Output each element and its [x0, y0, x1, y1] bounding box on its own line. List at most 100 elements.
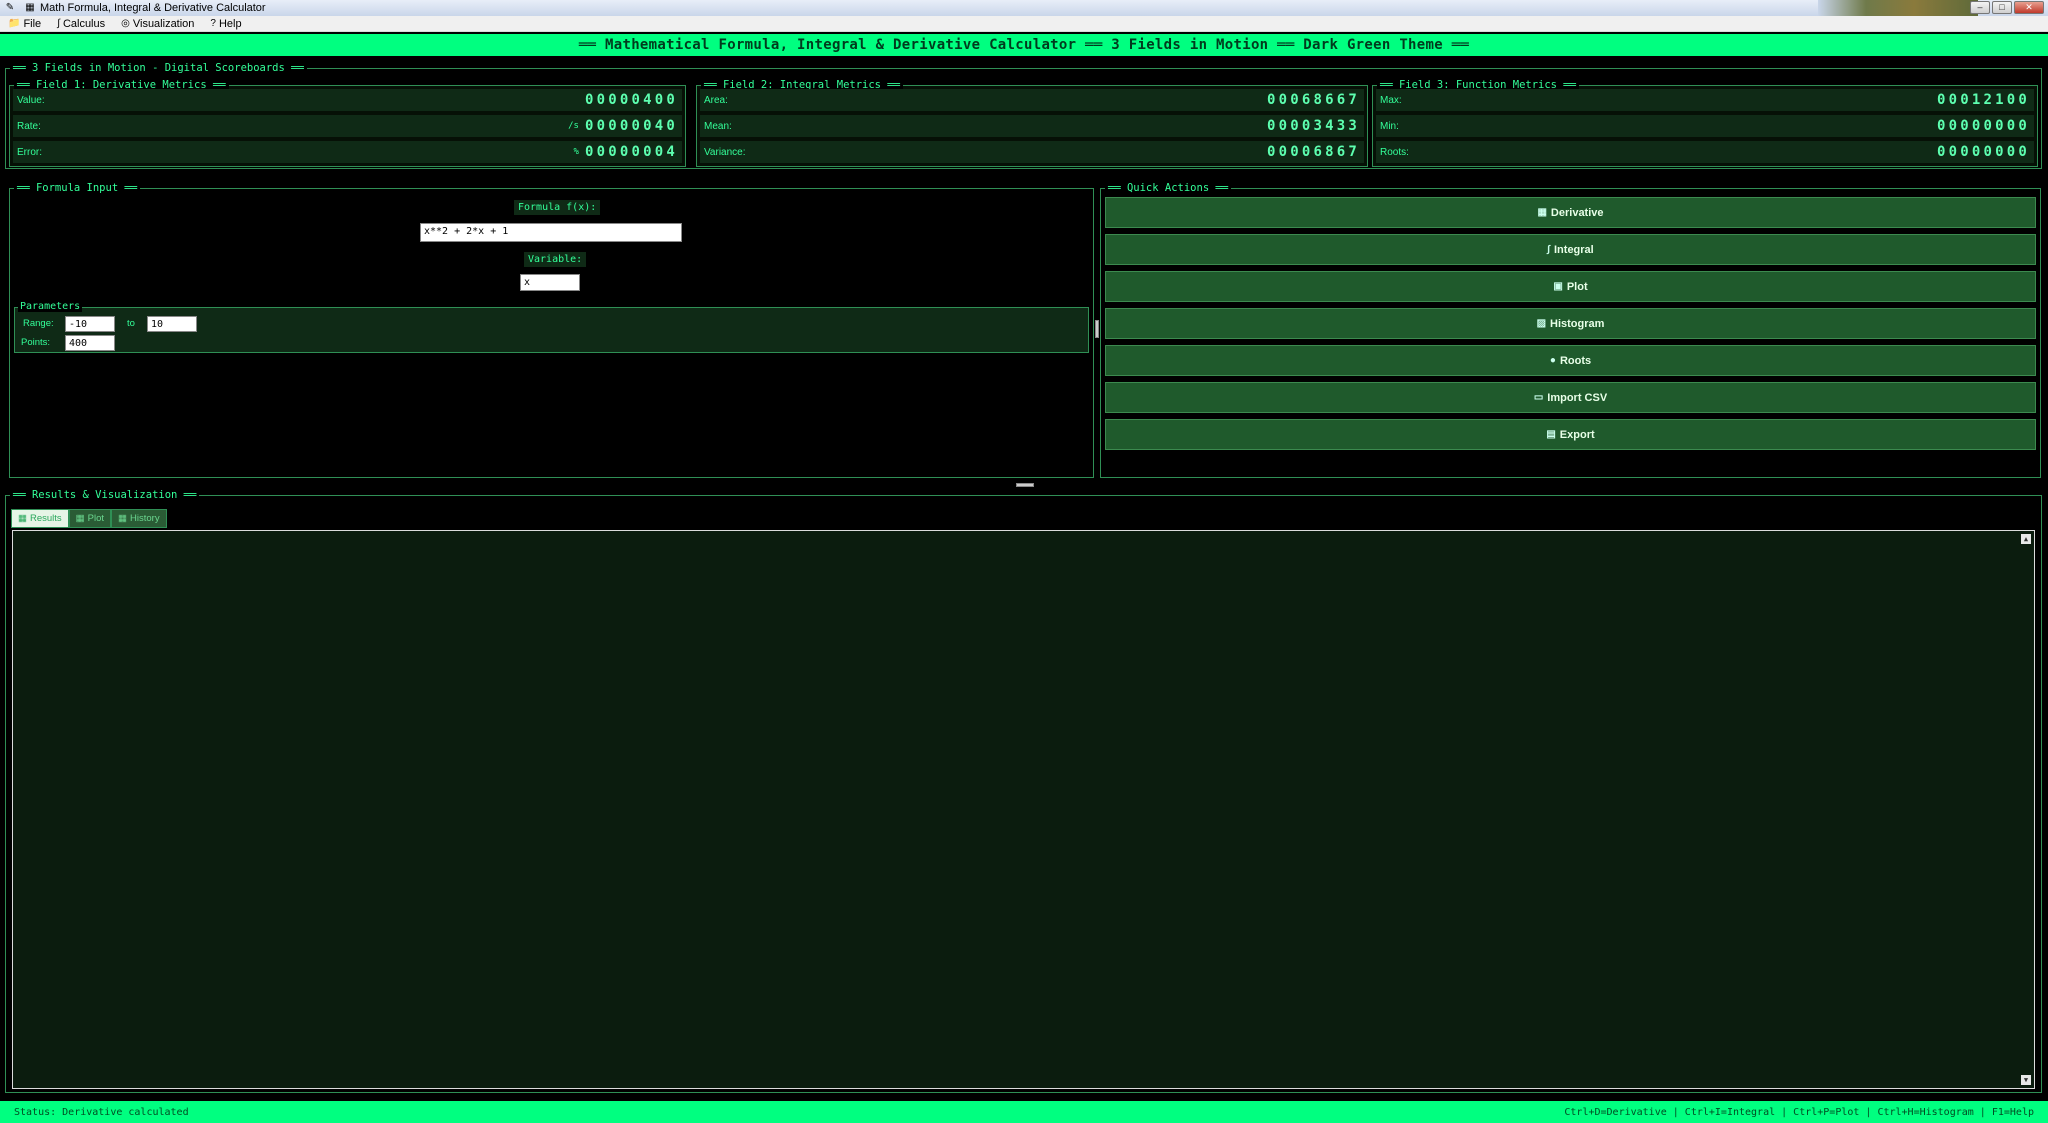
- menu-label: Visualization: [132, 17, 195, 30]
- score-row: Variance: 00006867: [700, 141, 1364, 163]
- roots-button[interactable]: ● Roots: [1105, 345, 2036, 376]
- score-row: Error: % 00000004: [13, 141, 682, 163]
- status-bar: Status: Derivative calculated Ctrl+D=Der…: [0, 1101, 2048, 1123]
- score-digits: 00006867: [1266, 144, 1360, 160]
- variable-input[interactable]: x: [520, 274, 580, 291]
- results-panel: ══ Results & Visualization ══ ▦ Results …: [5, 489, 2042, 1093]
- status-text: Status: Derivative calculated: [14, 1106, 189, 1118]
- menu-visualization[interactable]: ◎ Visualization: [121, 18, 194, 30]
- export-button[interactable]: ▤ Export: [1105, 419, 2036, 450]
- score-row: Mean: 00003433: [700, 115, 1364, 137]
- menu-label: Help: [218, 17, 242, 30]
- tab-plot[interactable]: ▦ Plot: [68, 509, 112, 528]
- close-button[interactable]: ✕: [2014, 1, 2044, 14]
- score-label: Max:: [1380, 94, 1402, 106]
- score-label: Error:: [17, 146, 42, 158]
- button-label: Roots: [1559, 354, 1592, 367]
- shortcut-hints: Ctrl+D=Derivative | Ctrl+I=Integral | Ct…: [1564, 1106, 2034, 1118]
- score-digits: 00068667: [1266, 92, 1360, 108]
- integral-icon: ∫: [1547, 244, 1550, 255]
- score-digits: 00003433: [1266, 118, 1360, 134]
- app-feather-icon: ✎: [5, 2, 15, 13]
- plot-button[interactable]: ▣ Plot: [1105, 271, 2036, 302]
- tab-label: Plot: [87, 513, 105, 524]
- window-title: Math Formula, Integral & Derivative Calc…: [40, 2, 266, 14]
- score-label: Area:: [704, 94, 728, 106]
- formula-input-panel: ══ Formula Input ══ Formula f(x): x**2 +…: [9, 182, 1094, 478]
- score-digits: 00012100: [1936, 92, 2030, 108]
- maximize-button[interactable]: □: [1992, 1, 2012, 14]
- score-digits: 00000400: [584, 92, 678, 108]
- plot-tab-icon: ▦: [75, 513, 85, 524]
- button-label: Histogram: [1550, 317, 1605, 330]
- histogram-button[interactable]: ▨ Histogram: [1105, 308, 2036, 339]
- results-title: ══ Results & Visualization ══: [10, 489, 200, 501]
- score-row: Value: 00000400: [13, 89, 682, 111]
- results-tab-icon: ▦: [18, 513, 27, 524]
- plot-icon: ▣: [1553, 281, 1563, 292]
- formula-label: Formula f(x):: [514, 200, 601, 215]
- variable-label: Variable:: [524, 252, 587, 267]
- derivative-button[interactable]: ▦ Derivative: [1105, 197, 2036, 228]
- horizontal-pane-sash[interactable]: [1016, 483, 1034, 487]
- score-label: Min:: [1380, 120, 1399, 132]
- score-digits: 00000000: [1936, 118, 2030, 134]
- tab-results[interactable]: ▦ Results: [11, 509, 69, 528]
- formula-panel-title: ══ Formula Input ══: [14, 182, 141, 194]
- parameters-title: Parameters: [18, 301, 83, 312]
- points-input[interactable]: 400: [65, 335, 115, 351]
- button-label: Export: [1559, 428, 1595, 441]
- results-scrollbar[interactable]: ▲ ▼: [2019, 532, 2033, 1087]
- score-row: Roots: 00000000: [1376, 141, 2034, 163]
- field-function-metrics: ══ Field 3: Function Metrics ══ Max: 000…: [1372, 79, 2038, 167]
- quick-actions-title: ══ Quick Actions ══: [1105, 182, 1232, 194]
- quick-actions-panel: ══ Quick Actions ══ ▦ Derivative ∫ Integ…: [1100, 182, 2041, 478]
- field-integral-metrics: ══ Field 2: Integral Metrics ══ Area: 00…: [696, 79, 1368, 167]
- formula-input[interactable]: x**2 + 2*x + 1: [420, 223, 682, 242]
- vertical-pane-sash[interactable]: [1095, 320, 1099, 338]
- menu-calculus[interactable]: ∫ Calculus: [57, 18, 105, 30]
- score-digits: 00000000: [1936, 144, 2030, 160]
- magnifier-icon: ●: [1549, 355, 1556, 366]
- menu-help[interactable]: ? Help: [210, 18, 241, 30]
- tab-history[interactable]: ▦ History: [111, 509, 167, 528]
- menu-file[interactable]: 📁 File: [8, 18, 41, 30]
- results-text-area[interactable]: ▲ ▼: [12, 530, 2035, 1089]
- score-row: Min: 00000000: [1376, 115, 2034, 137]
- question-icon: ?: [210, 18, 216, 29]
- score-digits: 00000040: [584, 118, 678, 134]
- desktop-background-strip: [1818, 0, 1978, 16]
- window-title-bar: ✎ ▦ Math Formula, Integral & Derivative …: [0, 0, 2048, 16]
- app-calculator-icon: ▦: [25, 2, 35, 13]
- range-label: Range:: [23, 318, 54, 329]
- folder-icon: 📁: [8, 18, 21, 29]
- histogram-icon: ▨: [1536, 318, 1547, 329]
- button-label: Integral: [1554, 243, 1594, 256]
- range-from-input[interactable]: -10: [65, 316, 115, 332]
- score-row: Max: 00012100: [1376, 89, 2034, 111]
- range-to-input[interactable]: 10: [147, 316, 197, 332]
- minimize-button[interactable]: –: [1970, 1, 1990, 14]
- scroll-down-arrow-icon[interactable]: ▼: [2021, 1075, 2031, 1085]
- import-csv-button[interactable]: ▭ Import CSV: [1105, 382, 2036, 413]
- header-banner: ══ Mathematical Formula, Integral & Deri…: [0, 34, 2048, 56]
- button-label: Plot: [1566, 280, 1588, 293]
- folder-open-icon: ▭: [1533, 392, 1544, 403]
- parameters-group: Parameters Range: -10 to 10 Points: 400: [14, 301, 1089, 353]
- button-label: Derivative: [1550, 206, 1604, 219]
- button-label: Import CSV: [1547, 391, 1608, 404]
- score-unit: /s: [568, 121, 579, 131]
- menu-bar: 📁 File ∫ Calculus ◎ Visualization ? Help: [0, 16, 2048, 32]
- scroll-up-arrow-icon[interactable]: ▲: [2021, 534, 2031, 544]
- menu-label: File: [23, 17, 42, 30]
- history-tab-icon: ▦: [118, 513, 128, 524]
- tab-label: History: [130, 513, 160, 524]
- save-icon: ▤: [1546, 429, 1556, 440]
- target-icon: ◎: [121, 18, 130, 29]
- score-row: Area: 00068667: [700, 89, 1364, 111]
- field-derivative-metrics: ══ Field 1: Derivative Metrics ══ Value:…: [9, 79, 686, 167]
- menu-label: Calculus: [62, 17, 106, 30]
- score-label: Variance:: [704, 146, 746, 158]
- points-label: Points:: [21, 337, 51, 348]
- integral-button[interactable]: ∫ Integral: [1105, 234, 2036, 265]
